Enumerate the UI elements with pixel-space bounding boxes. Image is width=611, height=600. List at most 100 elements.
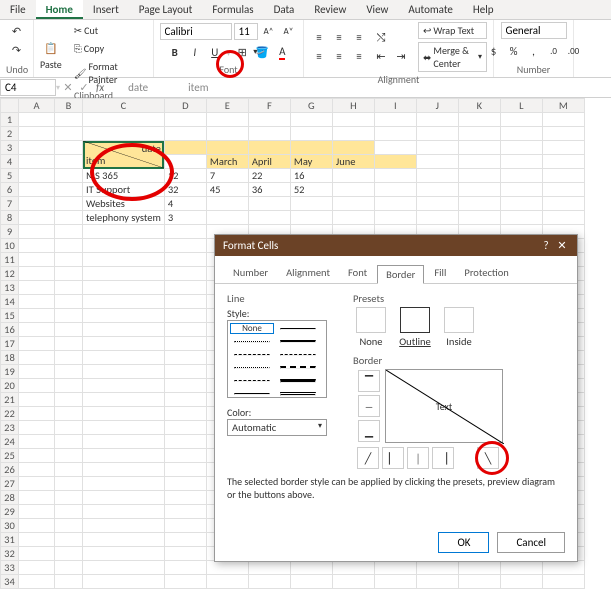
border-vmid-btn[interactable]: │ [407,447,429,469]
cell-C5[interactable]: MS 365 [83,169,165,183]
cell-E5[interactable]: 7 [206,169,248,183]
row-header-13[interactable]: 13 [1,281,19,295]
cell-E33[interactable] [206,561,248,575]
cell-B13[interactable] [55,281,83,295]
cell-B4[interactable] [55,155,83,169]
cell-D4[interactable] [164,155,206,169]
dlg-tab-border[interactable]: Border [377,265,424,284]
underline-button[interactable]: U [206,43,224,61]
cell-C1[interactable] [83,113,165,127]
borders-button[interactable]: ⊞▾ [233,43,251,61]
cell-D31[interactable] [164,533,206,547]
cell-G4[interactable]: May [290,155,332,169]
cell-G34[interactable] [290,575,332,589]
row-header-6[interactable]: 6 [1,183,19,197]
tab-page-layout[interactable]: Page Layout [129,0,203,19]
cell-D6[interactable]: 32 [164,183,206,197]
cell-C28[interactable] [83,491,165,505]
row-header-24[interactable]: 24 [1,435,19,449]
col-header-B[interactable]: B [55,99,83,113]
cell-A30[interactable] [19,519,55,533]
cell-C22[interactable] [83,407,165,421]
cell-A22[interactable] [19,407,55,421]
cell-B2[interactable] [55,127,83,141]
cell-H5[interactable] [332,169,374,183]
cell-J5[interactable] [416,169,458,183]
cell-C25[interactable] [83,449,165,463]
cell-C17[interactable] [83,337,165,351]
line-style-none[interactable]: None [230,323,274,334]
line-style-list[interactable]: None [227,320,327,398]
cell-A31[interactable] [19,533,55,547]
italic-button[interactable]: I [186,43,204,61]
help-icon[interactable]: ? [539,239,553,252]
row-header-17[interactable]: 17 [1,337,19,351]
cell-C24[interactable] [83,435,165,449]
cell-A20[interactable] [19,379,55,393]
cell-C12[interactable] [83,267,165,281]
cell-D3[interactable] [164,141,206,155]
cell-K8[interactable] [458,211,500,225]
cell-D23[interactable] [164,421,206,435]
align-middle-icon[interactable]: ≡ [330,29,348,47]
cell-C11[interactable] [83,253,165,267]
cell-H7[interactable] [332,197,374,211]
tab-insert[interactable]: Insert [83,0,129,19]
row-header-15[interactable]: 15 [1,309,19,323]
cell-B24[interactable] [55,435,83,449]
cell-F2[interactable] [248,127,290,141]
row-header-26[interactable]: 26 [1,463,19,477]
cell-G8[interactable] [290,211,332,225]
cell-H6[interactable] [332,183,374,197]
col-header-H[interactable]: H [332,99,374,113]
cell-L8[interactable] [500,211,542,225]
border-mid-btn[interactable]: ― [358,395,380,417]
cell-K4[interactable] [458,155,500,169]
cell-C33[interactable] [83,561,165,575]
font-color-button[interactable]: A [273,43,291,61]
decrease-font-icon[interactable]: A˅ [280,22,298,40]
cell-I4[interactable] [374,155,416,169]
cell-F8[interactable] [248,211,290,225]
accounting-icon[interactable]: $ [485,42,503,60]
cell-I7[interactable] [374,197,416,211]
cell-A29[interactable] [19,505,55,519]
cell-B22[interactable] [55,407,83,421]
dlg-tab-protection[interactable]: Protection [456,264,516,283]
align-center-icon[interactable]: ≡ [330,48,348,66]
cell-A1[interactable] [19,113,55,127]
cell-K6[interactable] [458,183,500,197]
cell-A28[interactable] [19,491,55,505]
cell-F5[interactable]: 22 [248,169,290,183]
row-header-10[interactable]: 10 [1,239,19,253]
cell-L1[interactable] [500,113,542,127]
row-header-1[interactable]: 1 [1,113,19,127]
row-header-2[interactable]: 2 [1,127,19,141]
cell-E3[interactable] [206,141,248,155]
cell-B10[interactable] [55,239,83,253]
col-header-C[interactable]: C [83,99,165,113]
cell-C32[interactable] [83,547,165,561]
cell-E6[interactable]: 45 [206,183,248,197]
cell-A33[interactable] [19,561,55,575]
cell-D15[interactable] [164,309,206,323]
cell-B25[interactable] [55,449,83,463]
cell-A5[interactable] [19,169,55,183]
indent-inc-icon[interactable]: ⇥ [392,48,410,66]
font-size-select[interactable] [234,23,258,40]
cell-J6[interactable] [416,183,458,197]
cell-B16[interactable] [55,323,83,337]
cell-A25[interactable] [19,449,55,463]
row-header-12[interactable]: 12 [1,267,19,281]
cell-C29[interactable] [83,505,165,519]
cell-B5[interactable] [55,169,83,183]
col-header-K[interactable]: K [458,99,500,113]
cancel-button[interactable]: Cancel [497,532,565,553]
cell-A17[interactable] [19,337,55,351]
cell-D14[interactable] [164,295,206,309]
cell-B32[interactable] [55,547,83,561]
cell-I2[interactable] [374,127,416,141]
cell-D10[interactable] [164,239,206,253]
cell-H1[interactable] [332,113,374,127]
cell-J34[interactable] [416,575,458,589]
